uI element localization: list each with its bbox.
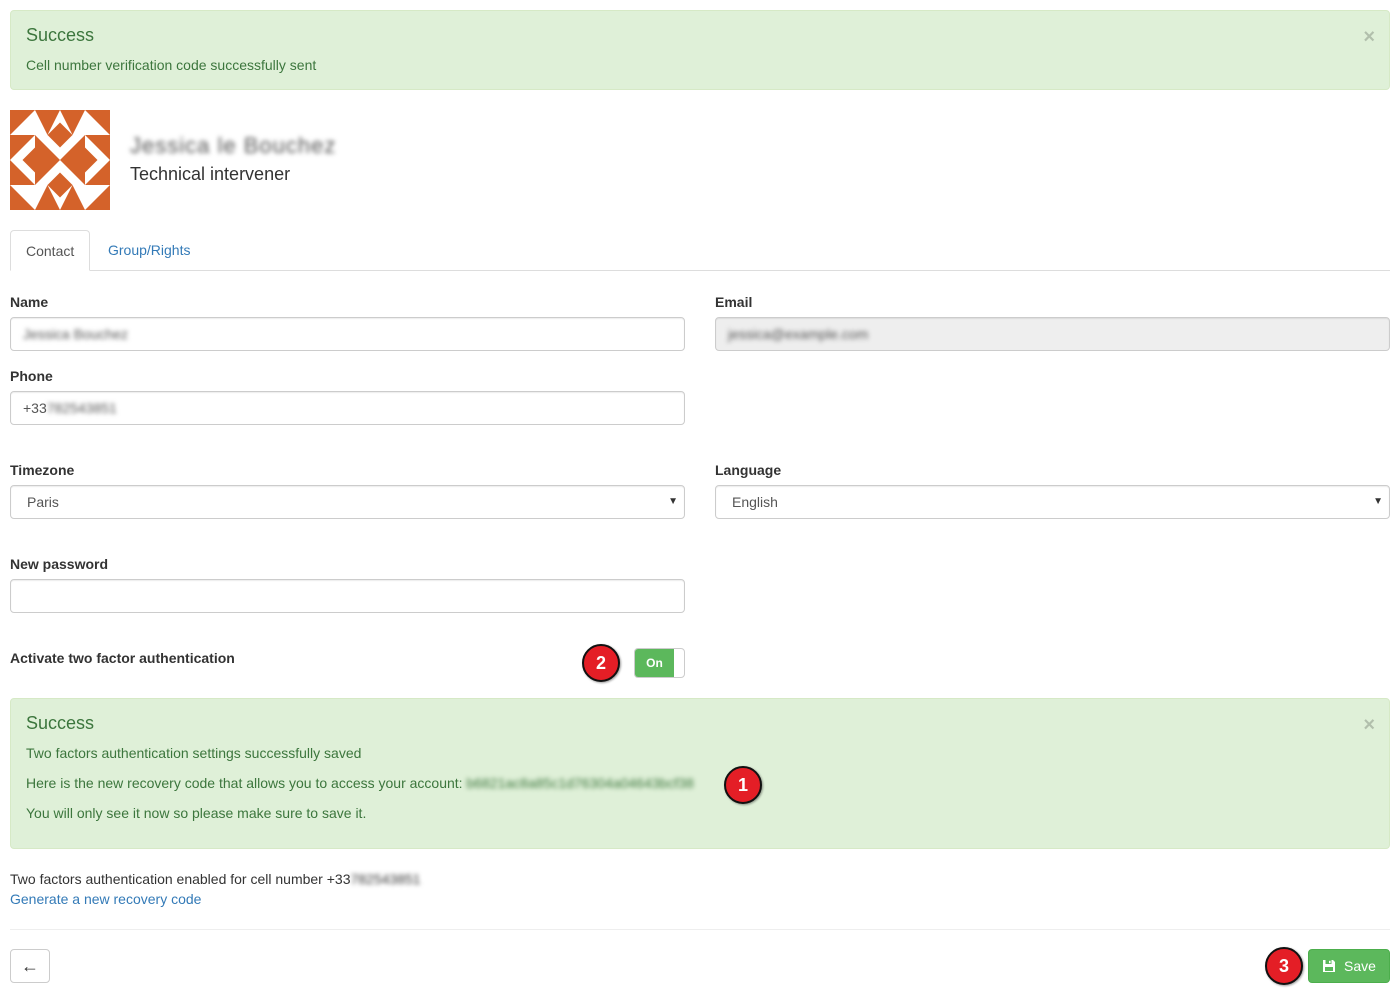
name-label: Name <box>10 294 49 310</box>
phone-input[interactable]: +33782543851 <box>10 391 685 425</box>
caret-down-icon: ▼ <box>1373 496 1383 507</box>
floppy-disk-icon <box>1323 960 1336 972</box>
phone-prefix: +33 <box>23 400 47 416</box>
arrow-left-icon: ← <box>21 956 39 976</box>
twofa-enabled-text: Two factors authentication enabled for c… <box>10 871 421 887</box>
footer-divider <box>10 929 1390 930</box>
new-password-input[interactable] <box>10 579 685 613</box>
recovery-code: b6821ac8a85c1d76304a04643bcf38 <box>466 775 694 791</box>
close-icon[interactable]: × <box>1363 27 1375 47</box>
tab-group-rights[interactable]: Group/Rights <box>93 230 205 271</box>
step-marker-3: 3 <box>1265 947 1303 985</box>
alert-twofa-saved: Success Two factors authentication setti… <box>10 698 1390 849</box>
name-input[interactable]: Jessica Bouchez <box>10 317 685 351</box>
toggle-on-label: On <box>635 649 674 677</box>
close-icon[interactable]: × <box>1363 715 1375 735</box>
save-button[interactable]: Save <box>1308 949 1390 983</box>
email-input: jessica@example.com <box>715 317 1390 351</box>
language-label: Language <box>715 462 782 478</box>
alert-message-saved: Two factors authentication settings succ… <box>26 745 362 761</box>
timezone-label: Timezone <box>10 462 75 478</box>
tab-contact[interactable]: Contact <box>10 230 91 271</box>
alert-title: Success <box>26 25 95 45</box>
twofa-toggle[interactable]: On <box>634 648 685 678</box>
generate-recovery-code-link[interactable]: Generate a new recovery code <box>10 891 201 907</box>
alert-message: Cell number verification code successful… <box>26 57 317 73</box>
step-marker-1: 1 <box>724 766 762 804</box>
avatar <box>10 110 110 210</box>
caret-down-icon: ▼ <box>668 496 678 507</box>
timezone-select[interactable]: Paris ▼ <box>10 485 685 519</box>
email-label: Email <box>715 294 753 310</box>
language-select[interactable]: English ▼ <box>715 485 1390 519</box>
alert-save-warning: You will only see it now so please make … <box>26 805 367 821</box>
back-button[interactable]: ← <box>10 949 50 983</box>
user-display-name: Jessica le Bouchez <box>130 133 337 158</box>
step-marker-2: 2 <box>582 644 620 682</box>
twofa-enabled-number: 782543851 <box>350 871 421 887</box>
alert-title: Success <box>26 713 95 733</box>
user-role: Technical intervener <box>130 164 291 184</box>
phone-number: 782543851 <box>46 400 117 416</box>
alert-verification-sent: Success Cell number verification code su… <box>10 10 1390 90</box>
new-password-label: New password <box>10 556 109 572</box>
phone-label: Phone <box>10 368 53 384</box>
alert-recovery-line: Here is the new recovery code that allow… <box>26 775 694 791</box>
tabs-divider <box>10 270 1390 271</box>
twofa-label: Activate two factor authentication <box>10 650 235 666</box>
